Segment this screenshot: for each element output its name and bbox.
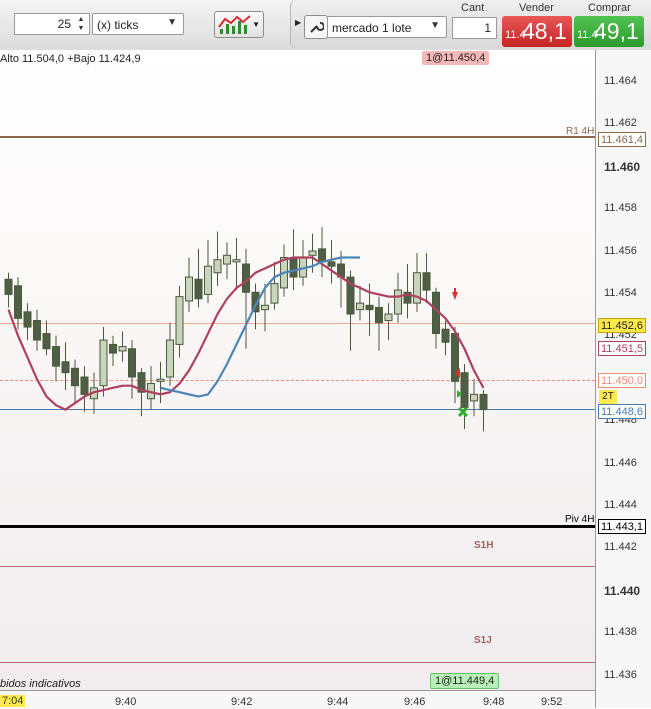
candle-body	[23, 311, 32, 328]
y-tick-label: 11.440	[604, 583, 641, 598]
candle-body	[261, 304, 269, 311]
candle-body	[185, 276, 193, 302]
y-tick-label: 11.462	[604, 117, 637, 130]
bottom-order-tag[interactable]: 1@11.449,4	[430, 673, 500, 689]
time-frame-badge: 2T	[599, 390, 617, 404]
blue-ma-price-tag: 11.448,6	[598, 404, 646, 419]
candle-body	[194, 278, 203, 300]
red-ma-price-tag: 11.451,5	[598, 341, 646, 356]
first-time-tick: 7:04	[0, 695, 26, 707]
candle-body	[33, 320, 41, 341]
candle-body	[128, 348, 136, 378]
candle-body	[327, 261, 336, 267]
candle-body	[318, 248, 326, 263]
candle-body	[375, 306, 383, 324]
candle-body	[308, 250, 317, 256]
y-tick-label: 11.458	[604, 202, 637, 215]
r1-label: R1 4H	[566, 126, 595, 137]
candle-body	[61, 361, 70, 374]
y-tick-label: 11.456	[604, 244, 637, 257]
candle-body	[213, 259, 222, 274]
y-tick-label: 11.464	[604, 75, 637, 87]
x-tick-label: 9:44	[327, 696, 349, 708]
y-tick-label: 11.454	[604, 287, 637, 299]
candle-body	[394, 289, 402, 315]
candle-body	[232, 259, 241, 263]
x-tick-label: 9:46	[404, 696, 426, 708]
time-axis[interactable]	[0, 690, 595, 709]
pivot-label: Piv 4H	[565, 514, 595, 525]
candle-body	[223, 254, 231, 265]
dashed-price-tag: 11.450,0	[598, 373, 646, 388]
pivot-price-tag: 11.443,1	[598, 519, 646, 534]
y-tick-label: 11.438	[604, 626, 637, 639]
candle-body	[156, 378, 165, 382]
candle-body	[99, 339, 108, 387]
candle-body	[52, 346, 60, 367]
candle-body	[470, 393, 478, 402]
candle-body	[289, 257, 298, 278]
candle-body	[356, 302, 364, 311]
candle-body	[384, 313, 393, 322]
x-tick-label: 9:52	[541, 696, 563, 708]
y-tick-label: 11.460	[604, 159, 641, 174]
current-price-tag: 11.452,6	[598, 318, 646, 333]
sell-signal-arrow-icon	[452, 288, 458, 300]
footer-note: bidos indicativos	[0, 678, 81, 690]
candle-body	[109, 343, 117, 354]
candle-body	[71, 367, 79, 387]
candle-body	[441, 328, 450, 343]
candlestick-chart	[4, 227, 488, 432]
candle-body	[365, 304, 374, 311]
y-tick-label: 11.436	[604, 668, 637, 681]
s1h-label: S1H	[474, 540, 494, 551]
buy-cross-icon	[457, 406, 469, 418]
candle-body	[270, 283, 279, 304]
candle-body	[118, 346, 127, 352]
x-tick-label: 9:48	[483, 696, 505, 708]
r1-price-tag: 11.461,4	[598, 132, 646, 147]
candle-body	[204, 265, 212, 295]
candle-body	[166, 339, 174, 378]
candle-body	[14, 285, 22, 319]
s1j-label: S1J	[474, 635, 492, 646]
candle-body	[175, 296, 184, 345]
y-tick-label: 11.446	[604, 456, 637, 469]
candle-body	[42, 333, 51, 350]
candle-body	[479, 393, 488, 411]
candle-body	[422, 272, 431, 291]
y-tick-label: 11.442	[604, 541, 637, 554]
top-order-tag[interactable]: 1@11.450,4	[422, 51, 490, 65]
candle-body	[460, 372, 469, 408]
x-tick-label: 9:40	[115, 696, 137, 708]
y-tick-label: 11.444	[604, 499, 637, 511]
candle-body	[80, 376, 89, 395]
candle-body	[4, 278, 13, 295]
buy-price-main: 49,1	[594, 18, 639, 44]
x-tick-label: 9:42	[231, 696, 253, 708]
high-low-info: Alto 11.504,0 +Bajo 11.424,9	[0, 53, 141, 65]
